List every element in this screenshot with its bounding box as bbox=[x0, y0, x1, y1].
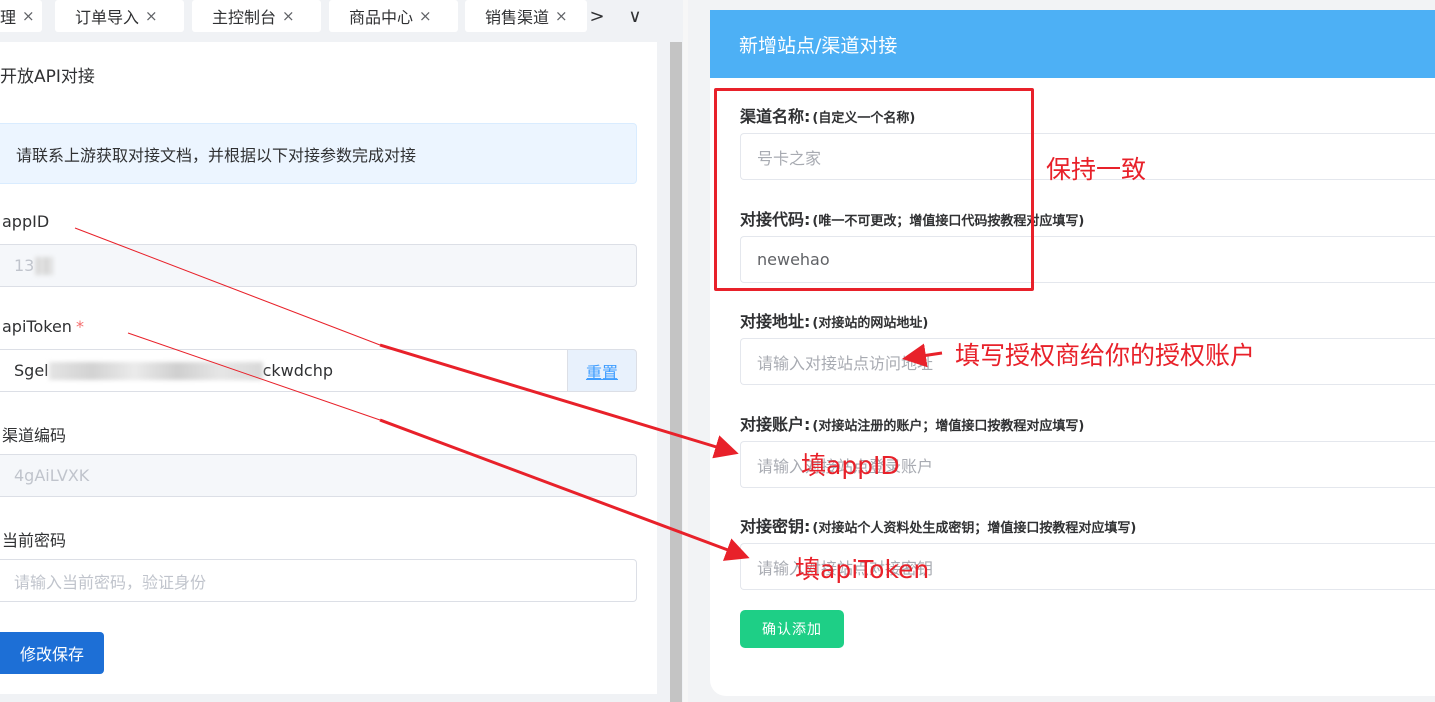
tab-label: 销售渠道 bbox=[485, 8, 550, 27]
label-text: 对接密钥: bbox=[740, 517, 811, 536]
account-label: 对接账户: (对接站注册的账户；增值接口按教程对应填写) bbox=[740, 411, 1084, 435]
tab-label: 商品中心 bbox=[349, 8, 414, 27]
api-settings-pane: 理 × 订单导入 × 主控制台 × 商品中心 × 销售渠道 × > ∨ 开放AP… bbox=[0, 0, 683, 702]
label-text: 对接地址: bbox=[740, 312, 811, 331]
apitoken-suffix: ckwdchp bbox=[262, 361, 334, 380]
scrollbar[interactable] bbox=[670, 42, 682, 702]
tab-item[interactable]: 理 × bbox=[0, 0, 42, 32]
apitoken-prefix: Sgel bbox=[14, 361, 49, 380]
appid-value: 13 bbox=[14, 256, 35, 275]
password-field[interactable]: 请输入当前密码，验证身份 bbox=[0, 559, 637, 602]
tab-main-console[interactable]: 主控制台 × bbox=[192, 0, 321, 32]
info-alert: 请联系上游获取对接文档，并根据以下对接参数完成对接 bbox=[0, 123, 637, 184]
reset-token-button[interactable]: 重置 bbox=[567, 349, 637, 392]
tab-label: 订单导入 bbox=[75, 8, 140, 27]
close-icon[interactable]: × bbox=[419, 7, 432, 25]
annotation-fill-appid: 填appID bbox=[801, 451, 900, 480]
address-label: 对接地址: (对接站的网站地址) bbox=[740, 308, 928, 332]
close-icon[interactable]: × bbox=[555, 7, 568, 25]
apitoken-label-text: apiToken bbox=[2, 317, 72, 336]
save-button[interactable]: 修改保存 bbox=[0, 632, 104, 674]
apitoken-label: apiToken * bbox=[2, 317, 84, 336]
password-label: 当前密码 bbox=[2, 531, 67, 550]
channel-code-field[interactable]: 4gAiLVXK bbox=[0, 454, 637, 497]
appid-label: appID bbox=[2, 212, 50, 231]
label-text: 对接账户: bbox=[740, 415, 811, 434]
close-icon[interactable]: × bbox=[282, 7, 295, 25]
api-settings-card: 开放API对接 请联系上游获取对接文档，并根据以下对接参数完成对接 appID … bbox=[0, 42, 657, 694]
close-icon[interactable]: × bbox=[145, 7, 158, 25]
apitoken-field[interactable]: Sgel ckwdchp bbox=[0, 349, 568, 392]
password-placeholder: 请输入当前密码，验证身份 bbox=[14, 572, 207, 592]
required-mark: * bbox=[75, 317, 84, 336]
tab-sales-channel[interactable]: 销售渠道 × bbox=[465, 0, 587, 32]
chevron-down-icon[interactable]: ∨ bbox=[622, 0, 648, 32]
tab-order-import[interactable]: 订单导入 × bbox=[55, 0, 184, 32]
tab-label: 主控制台 bbox=[212, 8, 277, 27]
annotation-box bbox=[714, 88, 1034, 291]
address-placeholder: 请输入对接站点访问地址 bbox=[757, 353, 934, 373]
annotation-auth-account: 填写授权商给你的授权账户 bbox=[955, 341, 1256, 370]
close-icon[interactable]: × bbox=[22, 7, 35, 25]
screenshot-root: 理 × 订单导入 × 主控制台 × 商品中心 × 销售渠道 × > ∨ 开放AP… bbox=[0, 0, 1435, 702]
channel-code-label: 渠道编码 bbox=[2, 426, 67, 445]
redaction-blur bbox=[48, 361, 263, 380]
confirm-add-button[interactable]: 确认添加 bbox=[740, 610, 844, 648]
tab-bar: 理 × 订单导入 × 主控制台 × 商品中心 × 销售渠道 × > ∨ bbox=[0, 0, 683, 32]
redaction-blur bbox=[35, 256, 54, 275]
channel-code-value: 4gAiLVXK bbox=[14, 466, 90, 485]
annotation-fill-apitoken: 填apiToken bbox=[795, 555, 930, 584]
page-title: 开放API对接 bbox=[0, 67, 95, 87]
chevron-right-icon[interactable]: > bbox=[586, 0, 608, 32]
label-hint: (对接站的网站地址) bbox=[812, 316, 929, 331]
label-hint: (对接站个人资料处生成密钥；增值接口按教程对应填写) bbox=[812, 521, 1137, 536]
annotation-keep-consistent: 保持一致 bbox=[1046, 155, 1147, 184]
secret-label: 对接密钥: (对接站个人资料处生成密钥；增值接口按教程对应填写) bbox=[740, 513, 1136, 537]
label-hint: (对接站注册的账户；增值接口按教程对应填写) bbox=[812, 419, 1085, 434]
tab-product-center[interactable]: 商品中心 × bbox=[329, 0, 458, 32]
card-header: 新增站点/渠道对接 bbox=[710, 10, 1435, 78]
tab-label: 理 bbox=[0, 8, 17, 27]
appid-field[interactable]: 13 bbox=[0, 244, 637, 287]
